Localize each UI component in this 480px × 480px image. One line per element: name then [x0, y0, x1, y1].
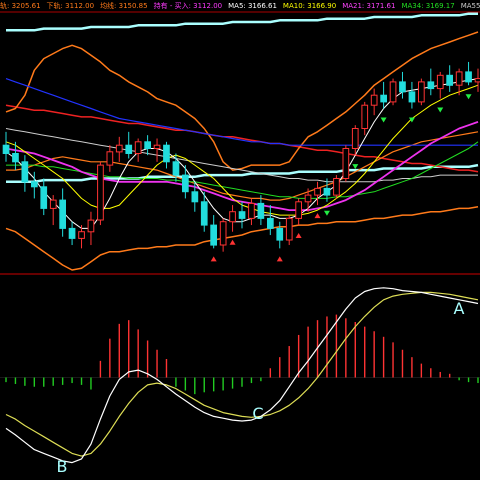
candle-body — [465, 71, 472, 83]
candle-body — [191, 191, 199, 203]
candle-body — [446, 74, 453, 86]
chart-svg: A B C — [0, 11, 480, 476]
candle-body — [144, 141, 152, 150]
candle-body — [40, 186, 48, 209]
bollinger-upper-line — [5, 31, 479, 171]
candle-body — [304, 194, 312, 203]
label-b: B — [57, 457, 68, 476]
candle-body — [210, 224, 218, 246]
candle-body — [134, 141, 142, 155]
candle-body — [68, 227, 76, 239]
candle-body — [455, 71, 463, 86]
candle-body — [333, 178, 340, 196]
buy-signal-marker — [295, 233, 302, 239]
candle-body — [59, 199, 66, 229]
candle-body — [267, 217, 274, 229]
candle-body — [370, 94, 378, 106]
label-a: A — [454, 299, 465, 318]
candle-body — [436, 74, 444, 90]
candle-body — [285, 217, 293, 241]
candle-body — [21, 161, 29, 183]
candle-body — [257, 202, 265, 219]
ma55-line — [5, 128, 478, 183]
candle-body — [87, 219, 95, 233]
sell-signal-marker — [437, 107, 444, 113]
candle-body — [78, 231, 85, 239]
candle-body — [380, 94, 387, 103]
candle-body — [229, 211, 236, 223]
candle-body — [182, 174, 189, 193]
candle-body — [49, 199, 57, 209]
candle-body — [12, 153, 19, 163]
candle-body — [219, 221, 227, 246]
candle-body — [238, 211, 246, 219]
sell-signal-marker — [380, 117, 387, 123]
candle-body — [125, 144, 133, 154]
macd-dif-line — [5, 287, 479, 464]
candle-body — [97, 164, 104, 221]
candle-body — [153, 144, 161, 149]
candle-body — [351, 128, 359, 149]
candle-body — [427, 81, 435, 90]
candle-body — [323, 187, 331, 196]
candle-body — [248, 202, 255, 219]
candle-body — [342, 148, 350, 179]
ma89-line — [5, 78, 478, 146]
candle-body — [200, 201, 208, 226]
candle-body — [399, 81, 406, 93]
sell-signal-marker — [323, 210, 330, 216]
buy-signal-marker — [314, 213, 321, 219]
candle-body — [295, 201, 302, 219]
candle-body — [418, 81, 425, 103]
ma10-line — [5, 84, 479, 216]
candle-body — [172, 161, 180, 176]
candle-body — [163, 144, 170, 163]
sell-signal-marker — [352, 164, 359, 170]
macd-dea-line — [5, 291, 479, 457]
candle-body — [2, 144, 10, 154]
candle-body — [106, 151, 114, 166]
buy-signal-marker — [210, 256, 217, 262]
stock-chart-stage: 轨: 3205.61 下轨: 3112.00 均线: 3150.85 持有 - 买入:… — [0, 0, 480, 480]
candle-body — [408, 91, 416, 103]
resistance-trendline — [6, 12, 478, 32]
candle-body — [31, 181, 38, 188]
candle-body — [474, 78, 480, 83]
red-trendline — [5, 104, 479, 173]
label-c: C — [252, 404, 263, 423]
buy-signal-marker — [276, 256, 283, 262]
candle-body — [389, 81, 397, 103]
buy-signal-marker — [229, 239, 236, 245]
candle-body — [314, 187, 321, 196]
sell-signal-marker — [465, 94, 472, 100]
candle-body — [276, 227, 284, 241]
support-trendline — [6, 163, 479, 184]
candle-body — [361, 104, 369, 129]
candle-body — [115, 144, 123, 153]
